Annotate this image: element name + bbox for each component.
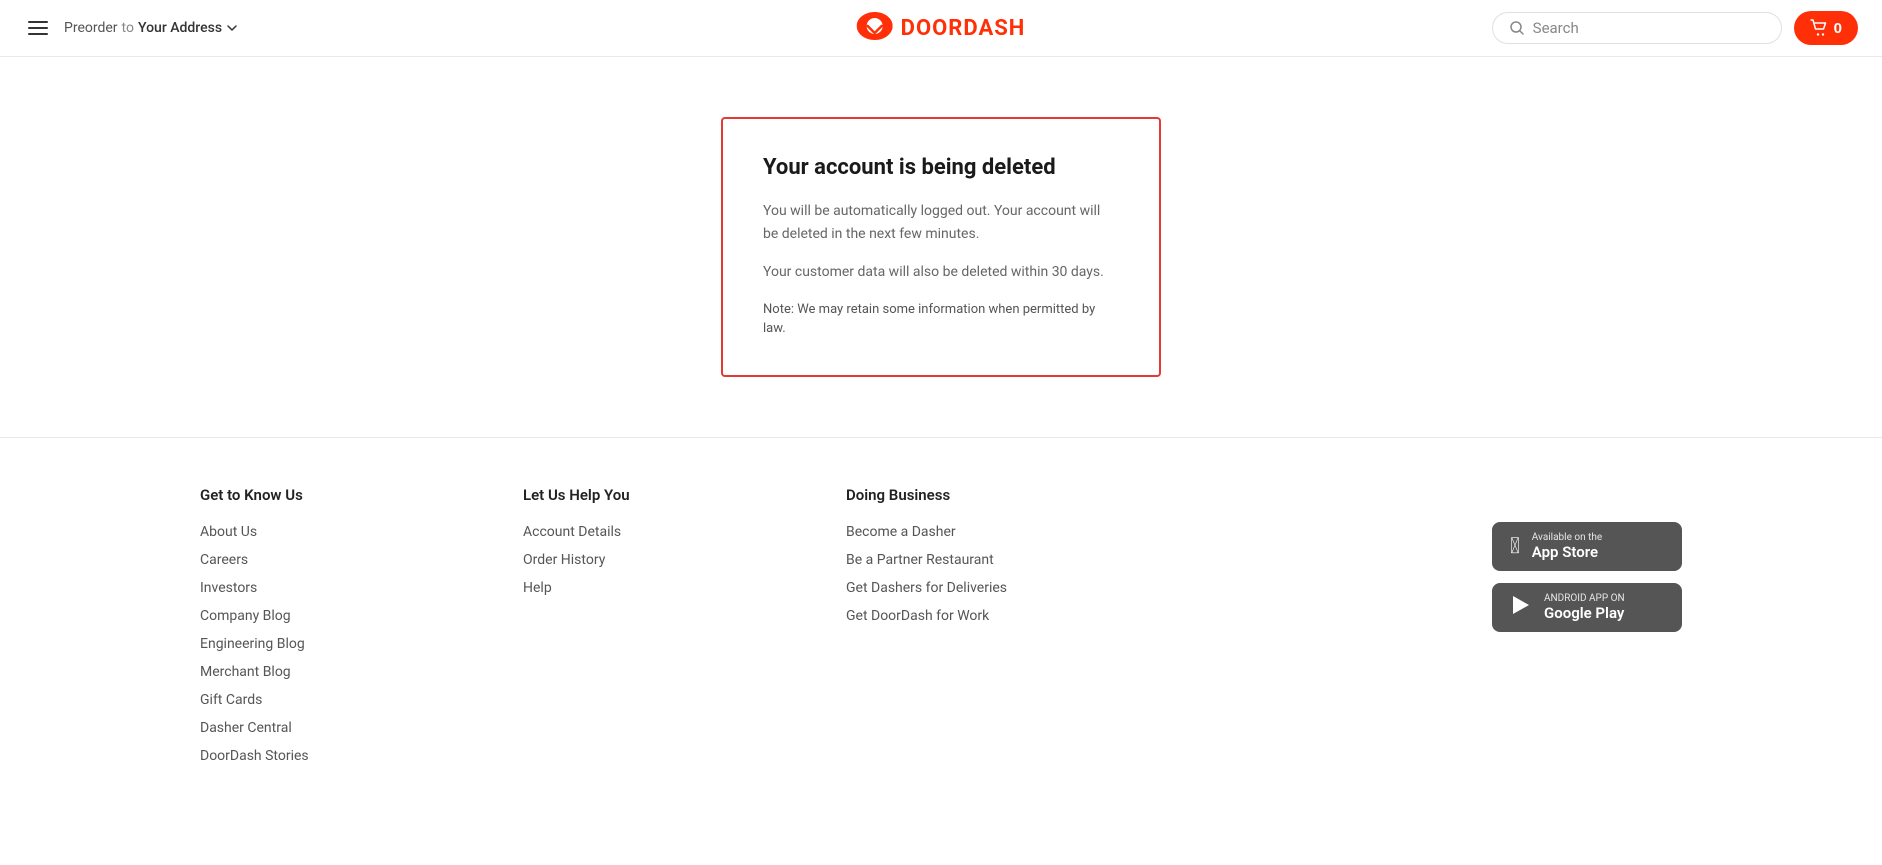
footer-link-investors[interactable]: Investors [200,580,483,596]
googleplay-sub-text: ANDROID APP ON [1544,593,1625,604]
header-right: Search 0 [941,11,1858,45]
footer-col-2: Let Us Help You Account Details Order Hi… [523,486,806,608]
footer-link-engineering-blog[interactable]: Engineering Blog [200,636,483,652]
cart-button[interactable]: 0 [1794,11,1858,45]
footer-link-dasher-central[interactable]: Dasher Central [200,720,483,736]
address-text: Your Address [138,20,222,36]
footer-link-partner-restaurant[interactable]: Be a Partner Restaurant [846,552,1129,568]
footer-link-become-dasher[interactable]: Become a Dasher [846,524,1129,540]
footer-link-company-blog[interactable]: Company Blog [200,608,483,624]
search-placeholder: Search [1533,19,1579,37]
google-play-icon [1510,594,1532,622]
footer-grid: Get to Know Us About Us Careers Investor… [200,486,1682,776]
doordash-dash-icon [857,12,893,45]
doordash-wordmark: DOORDASH [901,16,1026,41]
footer-col3-title: Doing Business [846,486,1129,504]
footer-col-1: Get to Know Us About Us Careers Investor… [200,486,483,776]
deletion-body-2: Your customer data will also be deleted … [763,261,1119,283]
footer-link-about-us[interactable]: About Us [200,524,483,540]
deletion-card: Your account is being deleted You will b… [721,117,1161,376]
footer-link-doordash-work[interactable]: Get DoorDash for Work [846,608,1129,624]
footer-col-3: Doing Business Become a Dasher Be a Part… [846,486,1129,636]
to-text: to [122,20,134,36]
appstore-main-text: App Store [1532,543,1602,561]
footer-link-account-details[interactable]: Account Details [523,524,806,540]
header: Preorder to Your Address DOORDASH Search [0,0,1882,57]
deletion-note: Note: We may retain some information whe… [763,300,1119,339]
google-play-button[interactable]: ANDROID APP ON Google Play [1492,583,1682,632]
doordash-logo[interactable]: DOORDASH [857,12,1026,45]
deletion-title: Your account is being deleted [763,155,1119,180]
preorder-text: Preorder [64,20,118,36]
footer-link-dashers-deliveries[interactable]: Get Dashers for Deliveries [846,580,1129,596]
app-buttons:  Available on the App Store ANDROID [1492,522,1682,632]
appstore-sub-text: Available on the [1532,532,1602,543]
search-box[interactable]: Search [1492,12,1782,44]
header-left: Preorder to Your Address [24,17,941,39]
googleplay-main-text: Google Play [1544,604,1625,622]
footer-link-order-history[interactable]: Order History [523,552,806,568]
deletion-body-1: You will be automatically logged out. Yo… [763,200,1119,245]
footer: Get to Know Us About Us Careers Investor… [0,437,1882,824]
footer-link-merchant-blog[interactable]: Merchant Blog [200,664,483,680]
chevron-down-icon [226,22,238,34]
footer-col2-title: Let Us Help You [523,486,806,504]
footer-col1-title: Get to Know Us [200,486,483,504]
footer-link-doordash-stories[interactable]: DoorDash Stories [200,748,483,764]
footer-link-help[interactable]: Help [523,580,806,596]
cart-count: 0 [1834,20,1842,37]
apple-icon:  [1510,534,1520,559]
hamburger-menu-icon[interactable] [24,17,52,39]
cart-icon [1810,19,1828,37]
footer-link-gift-cards[interactable]: Gift Cards [200,692,483,708]
main-content: Your account is being deleted You will b… [0,57,1882,437]
footer-link-careers[interactable]: Careers [200,552,483,568]
app-store-button[interactable]:  Available on the App Store [1492,522,1682,571]
search-icon [1509,20,1525,36]
preorder-address[interactable]: Preorder to Your Address [64,20,238,36]
